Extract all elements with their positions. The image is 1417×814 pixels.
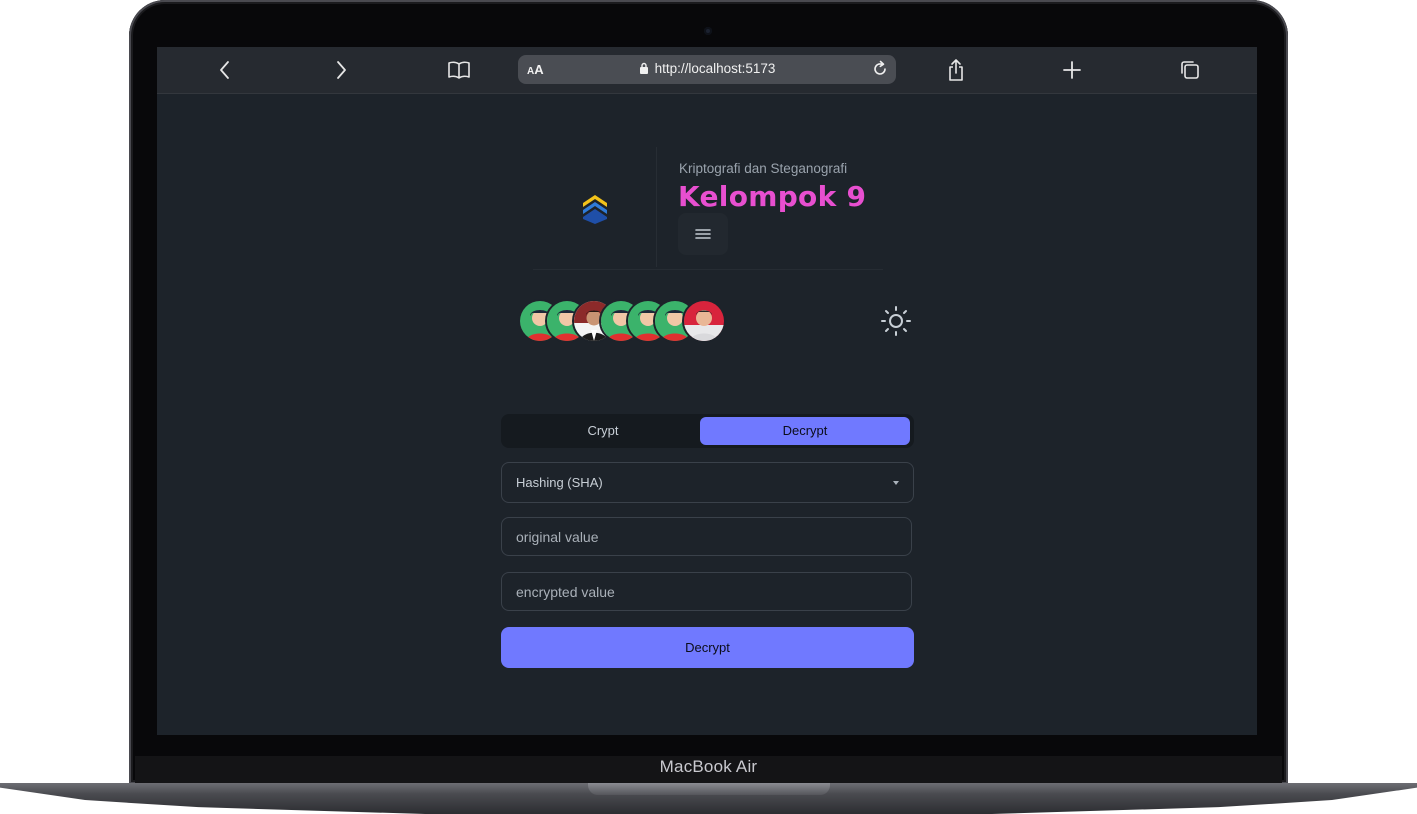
mode-tabs: Crypt Decrypt (501, 414, 914, 448)
tab-crypt[interactable]: Crypt (505, 417, 701, 445)
url-text: http://localhost:5173 (654, 61, 776, 76)
book-icon[interactable] (445, 56, 473, 84)
plus-icon[interactable] (1058, 56, 1086, 84)
app-subtitle: Kriptografi dan Steganografi (679, 161, 848, 176)
encrypted-value-input[interactable] (501, 572, 912, 611)
method-select-value: Hashing (SHA) (516, 475, 603, 490)
browser-toolbar: AA http://localhost:5173 (157, 47, 1257, 94)
lock-icon (639, 62, 648, 74)
reload-icon[interactable] (870, 59, 890, 79)
app-title: Kelompok 9 (678, 180, 867, 213)
camera-icon (704, 27, 712, 35)
tab-decrypt[interactable]: Decrypt (700, 417, 910, 445)
url-bar[interactable]: AA http://localhost:5173 (518, 55, 896, 84)
app-logo-icon (583, 195, 607, 224)
chevron-right-icon[interactable] (327, 56, 355, 84)
chevron-left-icon[interactable] (211, 56, 239, 84)
device-brand-label: MacBook Air (659, 757, 758, 776)
hamburger-menu-icon (695, 229, 711, 239)
decrypt-button[interactable]: Decrypt (501, 627, 914, 668)
method-select[interactable]: Hashing (SHA) (501, 462, 914, 503)
original-value-input[interactable] (501, 517, 912, 556)
tabs-icon[interactable] (1176, 56, 1204, 84)
caret-down-icon (893, 481, 899, 485)
hamburger-menu-button[interactable] (678, 213, 728, 255)
app-header: Kriptografi dan Steganografi Kelompok 9 (533, 147, 883, 270)
avatar[interactable] (682, 299, 726, 343)
sun-icon[interactable] (880, 305, 912, 337)
share-icon[interactable] (942, 56, 970, 84)
laptop-notch (588, 783, 830, 795)
browser-screen: AA http://localhost:5173 Kriptografi dan… (157, 47, 1257, 735)
header-divider (656, 147, 657, 267)
